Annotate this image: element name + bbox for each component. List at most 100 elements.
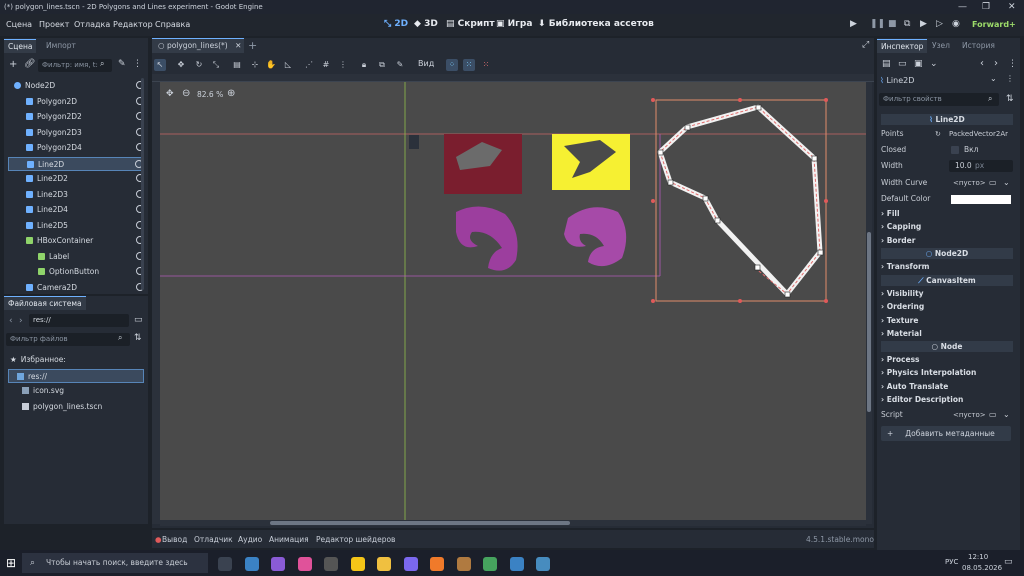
- menu-project[interactable]: Проект: [39, 20, 69, 29]
- sort-icon[interactable]: ⇅: [134, 333, 142, 343]
- scene-node-polygon2d2[interactable]: Polygon2D2: [8, 110, 144, 124]
- bones-icon[interactable]: ✎: [394, 59, 406, 71]
- scene-node-line2d3[interactable]: Line2D3: [8, 188, 144, 202]
- tab-inspector[interactable]: Инспектор: [877, 39, 928, 53]
- renderer-selector[interactable]: Forward+: [972, 20, 1016, 29]
- chevron-down-icon[interactable]: ⌄: [990, 74, 997, 83]
- section-transform[interactable]: › Transform: [881, 261, 1013, 273]
- delete-point-icon[interactable]: ⁙: [480, 59, 492, 71]
- chevron-down-icon[interactable]: ⌄: [1003, 408, 1010, 422]
- inspector-node-selector[interactable]: ⌇ Line2D: [880, 74, 1000, 87]
- color-swatch[interactable]: [951, 195, 1011, 204]
- godot-icon[interactable]: [456, 557, 471, 571]
- workspace-assetlib[interactable]: ⬇ Библиотека ассетов: [538, 19, 654, 29]
- snap-options-icon[interactable]: ⋮: [337, 59, 349, 71]
- distraction-free-icon[interactable]: ⤢: [862, 40, 869, 50]
- class-header-line2d[interactable]: ⌇ Line2D: [881, 114, 1013, 125]
- play-scene-button[interactable]: ▶: [920, 19, 927, 29]
- app-icon[interactable]: [403, 557, 418, 571]
- scene-node-optionbutton[interactable]: OptionButton: [8, 265, 144, 279]
- tab-animation[interactable]: Анимация: [269, 535, 309, 544]
- horizontal-scrollbar[interactable]: [160, 520, 866, 526]
- visual-studio-icon[interactable]: [271, 557, 285, 571]
- notifications-icon[interactable]: ▭: [1004, 557, 1013, 567]
- grid-snap-icon[interactable]: #: [320, 59, 332, 71]
- scene-tab[interactable]: ○ polygon_lines(*) ✕: [152, 38, 244, 53]
- edit-points-icon[interactable]: ⁘: [446, 59, 458, 71]
- class-header-canvasitem[interactable]: ⟋ CanvasItem: [881, 275, 1013, 286]
- view-menu[interactable]: Вид: [418, 59, 434, 68]
- prop-points[interactable]: Points ↻ PackedVector2Ar: [881, 127, 1013, 141]
- file-filter-input[interactable]: Фильтр файлов: [6, 333, 130, 346]
- section-capping[interactable]: › Capping: [881, 221, 1013, 233]
- app-icon[interactable]: [297, 557, 312, 571]
- play-button[interactable]: ▶: [850, 19, 857, 29]
- smart-snap-icon[interactable]: ⋰: [303, 59, 315, 71]
- workspace-script[interactable]: ▤ Скрипт: [446, 19, 495, 29]
- scene-node-line2d[interactable]: Line2D: [8, 156, 144, 171]
- history-menu-icon[interactable]: ⋮: [1008, 59, 1017, 69]
- layout-icon[interactable]: ▭: [134, 315, 143, 325]
- path-input[interactable]: res://: [29, 314, 129, 327]
- scene-node-line2d5[interactable]: Line2D5: [8, 219, 144, 233]
- windows-start-icon[interactable]: ⊞: [6, 556, 16, 570]
- tab-history[interactable]: История: [958, 39, 999, 53]
- add-point-icon[interactable]: ⁙: [463, 59, 475, 71]
- app-icon[interactable]: [350, 557, 365, 571]
- object-menu-icon[interactable]: ⋮: [1006, 74, 1014, 83]
- fs-favorites[interactable]: ★ Избранное:: [10, 353, 146, 367]
- fs-file-icon-svg[interactable]: icon.svg: [22, 384, 158, 398]
- pan-icon[interactable]: ✥: [166, 89, 174, 99]
- menu-scene[interactable]: Сцена: [6, 20, 32, 29]
- forward-icon[interactable]: ›: [19, 316, 23, 326]
- save-resource-icon[interactable]: ▣: [914, 59, 923, 69]
- folder-icon[interactable]: ▭: [989, 176, 997, 190]
- menu-debug[interactable]: Отладка: [74, 20, 110, 29]
- workspace-3d[interactable]: ◆ 3D: [414, 19, 438, 29]
- tab-output[interactable]: Вывод: [162, 535, 187, 544]
- scene-node-line2d4[interactable]: Line2D4: [8, 203, 144, 217]
- class-header-node2d[interactable]: ○ Node2D: [881, 248, 1013, 259]
- chevron-down-icon[interactable]: ⌄: [1003, 176, 1010, 190]
- folder-icon[interactable]: ▭: [989, 408, 997, 422]
- lock-icon[interactable]: 🔒︎: [358, 59, 370, 71]
- firefox-icon[interactable]: [430, 557, 444, 571]
- maximize-button[interactable]: ❐: [982, 0, 990, 14]
- section-material[interactable]: › Material: [881, 328, 1013, 340]
- scene-node-polygon2d3[interactable]: Polygon2D3: [8, 126, 144, 140]
- tab-debugger[interactable]: Отладчик: [194, 535, 233, 544]
- tab-scene[interactable]: Сцена: [4, 39, 37, 53]
- clock-date[interactable]: 08.05.2026: [962, 564, 1002, 572]
- zoom-in-icon[interactable]: ⊕: [227, 88, 235, 99]
- section-auto-translate[interactable]: › Auto Translate: [881, 381, 1013, 393]
- taskbar-search-input[interactable]: ⌕Чтобы начать поиск, введите здесь запро…: [22, 553, 208, 573]
- section-physics-interpolation[interactable]: › Physics Interpolation: [881, 367, 1013, 379]
- pivot-tool-icon[interactable]: ⊹: [249, 59, 261, 71]
- class-header-node[interactable]: ○ Node: [881, 341, 1013, 352]
- rotate-tool-icon[interactable]: ↻: [193, 59, 205, 71]
- section-fill[interactable]: › Fill: [881, 208, 1013, 220]
- add-tab-icon[interactable]: +: [248, 39, 257, 52]
- load-resource-icon[interactable]: ▭: [898, 59, 907, 69]
- pan-tool-icon[interactable]: ✋: [265, 59, 277, 71]
- section-texture[interactable]: › Texture: [881, 315, 1013, 327]
- menu-icon[interactable]: ⋮: [133, 59, 142, 69]
- history-back-icon[interactable]: ‹: [980, 58, 984, 69]
- scale-tool-icon[interactable]: ⤡: [210, 59, 222, 71]
- app-icon[interactable]: [244, 557, 259, 571]
- select-tool-icon[interactable]: ↖: [154, 59, 166, 71]
- prop-width[interactable]: Width 10.0 px: [881, 159, 1013, 173]
- pause-button[interactable]: ❚❚: [870, 19, 885, 29]
- prop-width-curve[interactable]: Width Curve <пусто> ▭ ⌄: [881, 176, 1013, 190]
- reset-icon[interactable]: ↻: [935, 127, 941, 141]
- workspace-2d[interactable]: ⤡ 2D: [384, 19, 408, 29]
- fs-file-scene[interactable]: polygon_lines.tscn: [22, 400, 158, 414]
- close-button[interactable]: ✕: [1008, 0, 1016, 14]
- scene-node-line2d2[interactable]: Line2D2: [8, 172, 144, 186]
- tab-filesystem[interactable]: Файловая система: [4, 296, 86, 310]
- scene-node-polygon2d[interactable]: Polygon2D: [8, 95, 144, 109]
- zoom-level[interactable]: 82.6 %: [197, 90, 223, 99]
- prop-script[interactable]: Script <пусто> ▭ ⌄: [881, 408, 1013, 422]
- add-node-icon[interactable]: +: [9, 59, 17, 70]
- viewport-canvas[interactable]: [160, 82, 866, 524]
